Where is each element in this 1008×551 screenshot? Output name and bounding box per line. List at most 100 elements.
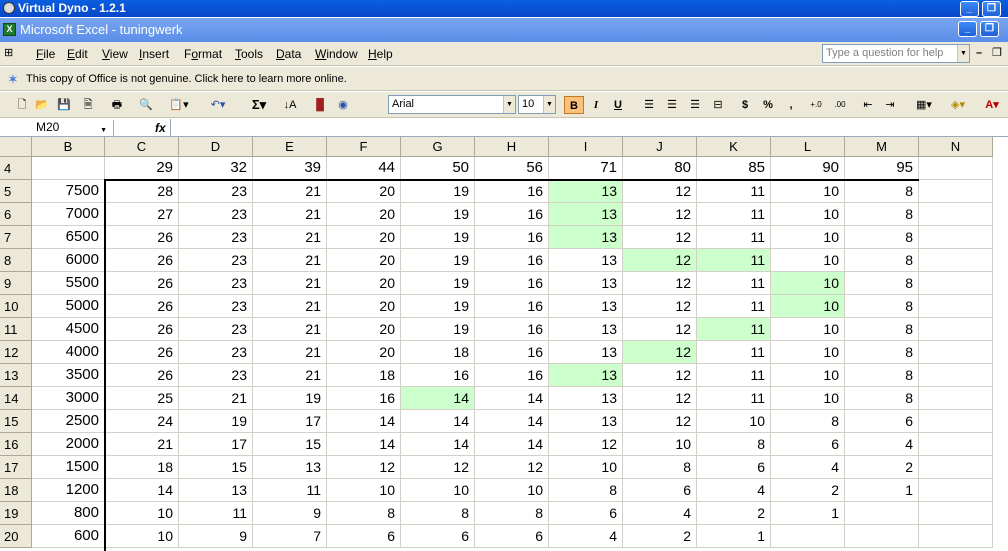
excel-restore-button[interactable]: ❐	[980, 21, 999, 37]
value-cell[interactable]: 4	[771, 456, 845, 479]
borders-icon[interactable]: ▦▾	[910, 96, 938, 114]
increase-decimal-icon[interactable]: +.0	[806, 96, 826, 114]
chevron-down-icon[interactable]: ▼	[543, 96, 555, 113]
value-cell[interactable]: 13	[549, 387, 623, 410]
value-cell[interactable]: 13	[253, 456, 327, 479]
rpm-cell[interactable]: 3000	[32, 387, 105, 410]
value-cell[interactable]: 14	[401, 433, 475, 456]
research-icon[interactable]: 🔍	[137, 96, 155, 114]
minimize-button[interactable]: _	[960, 1, 979, 17]
value-cell[interactable]: 21	[179, 387, 253, 410]
value-cell[interactable]: 11	[697, 249, 771, 272]
value-cell[interactable]: 12	[475, 456, 549, 479]
value-cell[interactable]: 6	[549, 502, 623, 525]
value-cell[interactable]: 21	[253, 295, 327, 318]
value-cell[interactable]: 16	[475, 341, 549, 364]
value-cell[interactable]: 18	[105, 456, 179, 479]
help-search-input[interactable]: Type a question for help ▼	[822, 44, 970, 63]
value-cell[interactable]: 28	[105, 180, 179, 203]
increase-indent-icon[interactable]: ⇥	[882, 96, 898, 114]
workbook-icon[interactable]: ⊞	[4, 46, 13, 59]
fill-color-icon[interactable]: ◈▾	[944, 96, 972, 114]
fx-icon[interactable]: fx	[155, 121, 166, 135]
sort-ascending-icon[interactable]: ↓A	[281, 96, 299, 114]
row-header-9[interactable]: 9	[0, 272, 32, 295]
empty-cell[interactable]	[919, 295, 993, 318]
value-cell[interactable]: 14	[327, 410, 401, 433]
value-cell[interactable]: 16	[475, 272, 549, 295]
value-cell[interactable]: 13	[549, 364, 623, 387]
header-value-cell[interactable]: 44	[327, 157, 401, 180]
column-header-h[interactable]: H	[475, 137, 549, 157]
value-cell[interactable]: 2	[623, 525, 697, 548]
empty-cell[interactable]	[919, 226, 993, 249]
value-cell[interactable]: 27	[105, 203, 179, 226]
value-cell[interactable]: 8	[845, 203, 919, 226]
column-header-g[interactable]: G	[401, 137, 475, 157]
rpm-cell[interactable]: 1200	[32, 479, 105, 502]
value-cell[interactable]: 13	[179, 479, 253, 502]
value-cell[interactable]: 13	[549, 318, 623, 341]
value-cell[interactable]: 6	[327, 525, 401, 548]
rpm-cell[interactable]: 600	[32, 525, 105, 548]
name-box[interactable]: M20 ▼	[2, 120, 114, 136]
doc-minimize-button[interactable]: –	[976, 47, 982, 59]
empty-cell[interactable]	[919, 433, 993, 456]
value-cell[interactable]: 11	[697, 180, 771, 203]
menu-view[interactable]: View	[102, 47, 128, 61]
value-cell[interactable]: 12	[327, 456, 401, 479]
column-header-m[interactable]: M	[845, 137, 919, 157]
align-center-icon[interactable]: ☰	[663, 96, 681, 114]
header-value-cell[interactable]: 56	[475, 157, 549, 180]
value-cell[interactable]: 11	[697, 318, 771, 341]
rpm-cell[interactable]: 7500	[32, 180, 105, 203]
menu-format[interactable]: Format	[184, 47, 222, 61]
formula-input[interactable]	[172, 119, 1008, 137]
value-cell[interactable]: 26	[105, 249, 179, 272]
value-cell[interactable]: 9	[253, 502, 327, 525]
empty-cell[interactable]	[919, 364, 993, 387]
value-cell[interactable]: 10	[401, 479, 475, 502]
value-cell[interactable]: 10	[771, 180, 845, 203]
value-cell[interactable]: 11	[253, 479, 327, 502]
row-header-15[interactable]: 15	[0, 410, 32, 433]
rpm-cell[interactable]: 6500	[32, 226, 105, 249]
value-cell[interactable]: 10	[771, 249, 845, 272]
value-cell[interactable]: 6	[845, 410, 919, 433]
row-header-17[interactable]: 17	[0, 456, 32, 479]
value-cell[interactable]: 8	[845, 318, 919, 341]
value-cell[interactable]: 16	[475, 226, 549, 249]
menu-file[interactable]: File	[36, 47, 55, 61]
value-cell[interactable]: 23	[179, 295, 253, 318]
value-cell[interactable]: 20	[327, 203, 401, 226]
value-cell[interactable]: 19	[253, 387, 327, 410]
rpm-cell[interactable]: 2500	[32, 410, 105, 433]
value-cell[interactable]: 12	[623, 272, 697, 295]
doc-restore-button[interactable]: ❐	[992, 46, 1002, 59]
value-cell[interactable]: 16	[475, 318, 549, 341]
save-icon[interactable]: 💾	[56, 96, 72, 114]
value-cell[interactable]: 15	[179, 456, 253, 479]
value-cell[interactable]: 23	[179, 203, 253, 226]
value-cell[interactable]: 23	[179, 364, 253, 387]
value-cell[interactable]: 23	[179, 318, 253, 341]
value-cell[interactable]: 14	[327, 433, 401, 456]
value-cell[interactable]: 16	[327, 387, 401, 410]
value-cell[interactable]: 12	[623, 226, 697, 249]
row-header-18[interactable]: 18	[0, 479, 32, 502]
value-cell[interactable]: 12	[623, 203, 697, 226]
value-cell[interactable]: 19	[401, 249, 475, 272]
empty-cell[interactable]	[919, 249, 993, 272]
value-cell[interactable]: 1	[771, 502, 845, 525]
value-cell[interactable]: 12	[623, 410, 697, 433]
rpm-cell[interactable]: 4500	[32, 318, 105, 341]
value-cell[interactable]: 11	[697, 364, 771, 387]
decrease-decimal-icon[interactable]: .00	[830, 96, 850, 114]
value-cell[interactable]: 14	[105, 479, 179, 502]
value-cell[interactable]: 19	[401, 318, 475, 341]
row-header-19[interactable]: 19	[0, 502, 32, 525]
value-cell[interactable]: 10	[771, 364, 845, 387]
column-header-n[interactable]: N	[919, 137, 993, 157]
select-all-corner[interactable]	[0, 137, 32, 157]
rpm-cell[interactable]: 4000	[32, 341, 105, 364]
